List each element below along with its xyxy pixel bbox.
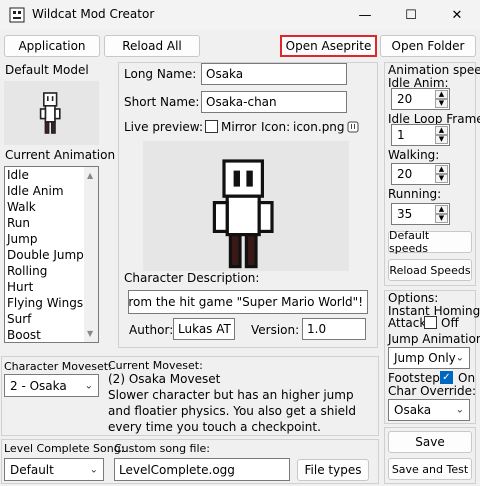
default-model-label: Default Model	[5, 63, 89, 77]
animation-speeds-header: Animation speeds:	[388, 63, 480, 77]
moveset-description-line: Slower character but has an higher jump	[108, 388, 354, 402]
decrement-icon[interactable]: ▼	[435, 214, 448, 223]
chevron-down-icon: ⌄	[84, 380, 93, 391]
application-button[interactable]: Application	[4, 35, 100, 57]
icon-filename: icon.png	[293, 120, 345, 134]
running-stepper[interactable]: 35 ▲ ▼	[391, 203, 450, 225]
level-complete-song-label: Level Complete Song:	[4, 442, 125, 455]
custom-song-label: Custom song file:	[114, 442, 211, 455]
scroll-down-icon[interactable]: ▼	[87, 329, 93, 338]
char-description-label: Character Description:	[124, 271, 260, 285]
chevron-down-icon: ⌄	[455, 352, 464, 364]
file-types-button[interactable]: File types	[297, 459, 369, 481]
window-title: Wildcat Mod Creator	[32, 7, 155, 21]
char-override-select[interactable]: Osaka ⌄	[388, 399, 470, 421]
preview-sprite	[212, 159, 274, 269]
moveset-description-line: and floatier physics. You also get a shi…	[108, 404, 357, 418]
default-speeds-button[interactable]: Default speeds	[388, 229, 472, 255]
increment-icon[interactable]: ▲	[435, 205, 448, 214]
chevron-down-icon: ⌄	[89, 464, 98, 475]
current-animation-label: Current Animation	[5, 148, 116, 162]
mirror-label: Mirror	[221, 120, 257, 134]
live-preview-label: Live preview:	[124, 120, 204, 134]
maximize-button[interactable]: ☐	[388, 0, 434, 30]
jump-animation-value: Jump Only	[394, 351, 456, 365]
char-description-input[interactable]: from the hit game "Super Mario World"!	[128, 290, 368, 314]
increment-icon[interactable]: ▲	[435, 165, 448, 174]
short-name-input[interactable]: Osaka-chan	[201, 91, 347, 113]
short-name-label: Short Name:	[124, 95, 200, 109]
attack-state: Off	[441, 316, 459, 330]
walking-value: 20	[397, 167, 413, 181]
custom-song-input[interactable]: LevelComplete.ogg	[114, 458, 290, 481]
footsteps-checkbox[interactable]: ✓	[440, 371, 453, 384]
list-item[interactable]: Hurt	[7, 280, 33, 294]
list-item[interactable]: Flying Wings	[7, 296, 83, 310]
reload-all-button[interactable]: Reload All	[104, 35, 200, 57]
mirror-checkbox[interactable]	[205, 120, 218, 133]
walking-stepper[interactable]: 20 ▲ ▼	[391, 163, 450, 185]
list-item[interactable]: Jump	[7, 232, 37, 246]
app-icon	[9, 7, 25, 23]
increment-icon[interactable]: ▲	[435, 90, 448, 99]
idle-loop-value: 1	[397, 128, 405, 142]
list-item[interactable]: Walk	[7, 200, 36, 214]
minimize-button[interactable]: —	[342, 0, 388, 30]
list-item[interactable]: Double Jump	[7, 248, 84, 262]
idle-anim-stepper[interactable]: 20 ▲ ▼	[391, 88, 450, 110]
icon-label: Icon:	[261, 120, 291, 134]
animation-list[interactable]: Idle Idle Anim Walk Run Jump Double Jump…	[4, 166, 99, 343]
char-override-label: Char Override:	[388, 384, 477, 398]
list-scrollbar[interactable]: ▲ ▼	[84, 167, 98, 342]
decrement-icon[interactable]: ▼	[435, 135, 448, 144]
chevron-down-icon: ⌄	[455, 404, 464, 416]
default-model-sprite	[39, 92, 61, 134]
icon-preview-icon	[347, 121, 359, 133]
idle-loop-stepper[interactable]: 1 ▲ ▼	[391, 124, 450, 146]
jump-animation-label: Jump Animation:	[388, 332, 480, 346]
open-aseprite-button[interactable]: Open Aseprite	[280, 35, 377, 57]
list-item[interactable]: Idle Anim	[7, 184, 64, 198]
moveset-description-line: every time you touch a checkpoint.	[108, 420, 321, 434]
live-preview-canvas	[143, 141, 349, 271]
instant-homing-checkbox[interactable]	[424, 316, 437, 329]
author-input[interactable]: Lukas AT	[173, 318, 235, 340]
increment-icon[interactable]: ▲	[435, 126, 448, 135]
author-label: Author:	[129, 323, 174, 337]
char-override-value: Osaka	[394, 403, 432, 417]
walking-label: Walking:	[388, 148, 440, 162]
running-value: 35	[397, 207, 413, 221]
long-name-label: Long Name:	[124, 67, 197, 81]
save-button[interactable]: Save	[388, 431, 472, 453]
list-item[interactable]: Surf	[7, 312, 31, 326]
level-complete-song-value: Default	[10, 462, 54, 477]
default-model-preview	[4, 81, 99, 145]
moveset-title: (2) Osaka Moveset	[108, 372, 221, 386]
moveset-value: 2 - Osaka	[10, 378, 67, 393]
footsteps-state: On	[458, 371, 476, 385]
version-input[interactable]: 1.0	[302, 318, 366, 340]
list-item[interactable]: Rolling	[7, 264, 47, 278]
options-header: Options:	[388, 291, 439, 305]
list-item[interactable]: Idle	[7, 168, 29, 182]
open-folder-button[interactable]: Open Folder	[380, 35, 476, 57]
running-label: Running:	[388, 187, 442, 201]
level-complete-song-select[interactable]: Default ⌄	[4, 458, 104, 481]
save-and-test-button[interactable]: Save and Test	[388, 458, 472, 480]
jump-animation-select[interactable]: Jump Only ⌄	[388, 347, 470, 369]
scroll-up-icon[interactable]: ▲	[87, 171, 93, 180]
version-label: Version:	[251, 323, 300, 337]
decrement-icon[interactable]: ▼	[435, 174, 448, 183]
list-item[interactable]: Run	[7, 216, 30, 230]
moveset-select[interactable]: 2 - Osaka ⌄	[4, 374, 99, 397]
idle-anim-value: 20	[397, 92, 413, 106]
moveset-label: Character Moveset:	[4, 360, 112, 373]
long-name-input[interactable]: Osaka	[201, 63, 347, 85]
decrement-icon[interactable]: ▼	[435, 99, 448, 108]
close-button[interactable]: ✕	[434, 0, 480, 30]
reload-speeds-button[interactable]: Reload Speeds	[388, 259, 472, 281]
list-item[interactable]: Boost	[7, 328, 41, 342]
